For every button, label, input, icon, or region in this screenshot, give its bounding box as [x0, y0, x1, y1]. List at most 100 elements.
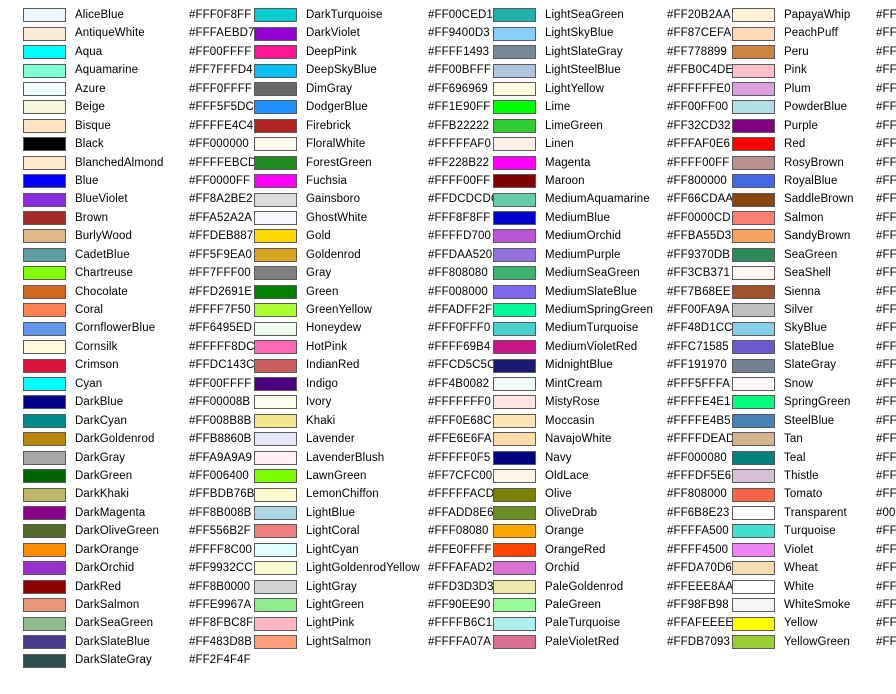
color-row: HotPink #FFFF69B4 — [254, 338, 490, 356]
color-row: Fuchsia #FFFF00FF — [254, 172, 490, 190]
color-hex-value: #FF800080 — [876, 119, 896, 132]
color-row: White #FFFFFFFF — [732, 578, 896, 596]
color-hex-value: #FFFFA500 — [667, 525, 729, 538]
color-row: PeachPuff #FFFFDAB9 — [732, 24, 896, 42]
color-hex-value: #FFFFE4C4 — [189, 119, 254, 132]
color-name-label: DarkOliveGreen — [75, 525, 160, 538]
color-name-label: DarkSalmon — [75, 599, 140, 611]
color-name-label: SeaShell — [784, 267, 831, 280]
color-row: Moccasin #FFFFE4B5 — [493, 412, 731, 430]
color-name-label: SlateBlue — [784, 340, 835, 353]
color-swatch — [254, 321, 297, 336]
color-swatch — [254, 284, 297, 299]
color-name-label: Snow — [784, 377, 814, 390]
color-hex-value: #FF696969 — [428, 82, 488, 95]
color-row: DarkSlateGray #FF2F4F4F — [23, 651, 251, 669]
color-swatch — [732, 284, 775, 299]
color-hex-value: #FFFFFFFF — [876, 580, 896, 593]
color-swatch — [254, 635, 297, 650]
color-row: LightCoral #FFF08080 — [254, 522, 489, 540]
color-hex-value: #FFA9A9A9 — [189, 451, 253, 464]
color-name-label: OldLace — [545, 469, 589, 482]
color-swatch — [23, 45, 66, 60]
color-name-label: PaleGreen — [545, 599, 602, 611]
color-swatch — [732, 137, 775, 152]
color-name-label: DimGray — [306, 82, 353, 95]
color-row: Wheat #FFF5DEB3 — [732, 559, 896, 577]
color-row: MidnightBlue #FF191970 — [493, 356, 728, 374]
color-row: Thistle #FFD8BFD8 — [732, 467, 896, 485]
color-hex-value: #FF006400 — [189, 469, 249, 482]
color-name-label: LightSteelBlue — [545, 64, 621, 77]
color-swatch — [732, 247, 775, 262]
color-row: Brown #FFA52A2A — [23, 209, 252, 227]
color-row: Black #FF000000 — [23, 135, 250, 153]
color-name-label: DarkKhaki — [75, 488, 130, 501]
color-name-label: LightGray — [306, 580, 357, 593]
color-row: Teal #FF008080 — [732, 449, 896, 467]
color-swatch — [254, 358, 297, 373]
color-swatch — [254, 579, 297, 594]
color-row: Purple #FF800080 — [732, 117, 896, 135]
color-swatch — [254, 266, 297, 281]
color-hex-value: #FFB0C4DE — [667, 64, 734, 77]
color-row: Lime #FF00FF00 — [493, 98, 728, 116]
color-hex-value: #FF008080 — [876, 451, 896, 464]
color-name-label: Yellow — [784, 617, 818, 630]
color-swatch — [732, 81, 775, 96]
color-name-label: DarkViolet — [306, 27, 360, 40]
color-name-label: DarkGray — [75, 451, 126, 464]
color-name-label: WhiteSmoke — [784, 599, 851, 611]
color-swatch — [254, 118, 297, 133]
color-swatch — [732, 45, 775, 60]
color-name-label: Navy — [545, 451, 572, 464]
color-swatch — [732, 506, 775, 521]
color-hex-value: #FFFFEFD5 — [876, 9, 896, 21]
color-name-label: DarkSeaGreen — [75, 617, 154, 630]
color-swatch — [23, 284, 66, 299]
color-name-label: MediumSeaGreen — [545, 267, 640, 280]
color-hex-value: #FFBDB76B — [189, 488, 255, 501]
color-row: Aquamarine #FF7FFFD4 — [23, 61, 253, 79]
color-hex-value: #FF0000CD — [667, 211, 731, 224]
color-hex-value: #FFFFB6C1 — [428, 617, 493, 630]
color-name-label: PapayaWhip — [784, 9, 851, 21]
color-name-label: BlanchedAlmond — [75, 156, 164, 169]
color-name-label: Olive — [545, 488, 572, 501]
color-swatch — [732, 376, 775, 391]
color-name-label: MediumSlateBlue — [545, 285, 637, 298]
color-swatch — [254, 45, 297, 60]
color-name-label: Orange — [545, 525, 585, 538]
color-row: YellowGreen #FF9ACD32 — [732, 633, 896, 651]
color-row: Green #FF008000 — [254, 283, 489, 301]
color-swatch — [732, 616, 775, 631]
color-swatch — [23, 174, 66, 189]
color-row: PowderBlue #FFB0E0E6 — [732, 98, 896, 116]
color-row: GhostWhite #FFF8F8FF — [254, 209, 490, 227]
color-hex-value: #FFD8BFD8 — [876, 469, 896, 482]
color-swatch — [23, 118, 66, 133]
color-swatch — [732, 542, 775, 557]
color-name-label: Gainsboro — [306, 193, 361, 206]
color-row: Peru #FFCD853F — [732, 43, 896, 61]
color-row: Bisque #FFFFE4C4 — [23, 117, 254, 135]
color-row: LawnGreen #FF7CFC00 — [254, 467, 492, 485]
color-name-label: PeachPuff — [784, 27, 838, 40]
color-swatch — [254, 542, 297, 557]
color-name-label: BlueViolet — [75, 193, 128, 206]
color-hex-value: #FFBC8F8F — [876, 156, 896, 169]
color-swatch — [493, 524, 536, 539]
color-row: BlanchedAlmond #FFFFEBCD — [23, 154, 256, 172]
color-name-label: LightGoldenrodYellow — [306, 562, 420, 575]
color-name-label: LemonChiffon — [306, 488, 379, 501]
color-name-label: SeaGreen — [784, 248, 838, 261]
color-swatch — [254, 340, 297, 355]
color-hex-value: #FF6A5ACD — [876, 340, 896, 353]
color-row: PaleTurquoise #FFAFEEEE — [493, 614, 733, 632]
color-name-label: LawnGreen — [306, 469, 367, 482]
color-row: SkyBlue #FF87CEEB — [732, 319, 896, 337]
color-name-label: LightGreen — [306, 599, 365, 611]
color-hex-value: #FF00FF00 — [667, 101, 729, 114]
color-hex-value: #FFE0FFFF — [428, 543, 492, 556]
color-swatch — [23, 469, 66, 484]
